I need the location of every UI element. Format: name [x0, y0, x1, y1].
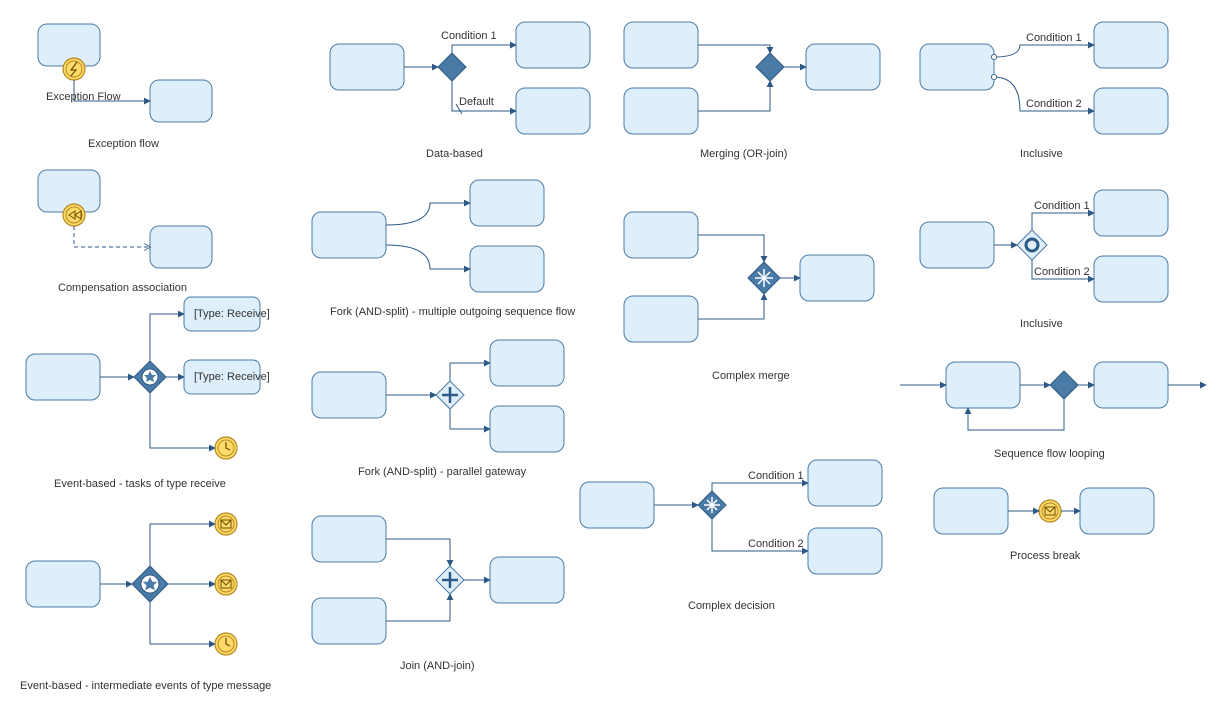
edge-label-cond2b: Condition 2 — [748, 538, 804, 550]
caption-exception-flow: Exception flow — [88, 138, 159, 150]
diagram-event-based-messages — [26, 513, 237, 655]
edge-label-cond1d: Condition 1 — [1034, 200, 1090, 212]
caption-merging: Merging (OR-join) — [700, 148, 787, 160]
caption-complex-merge: Complex merge — [712, 370, 790, 382]
star-gateway-icon — [132, 566, 168, 602]
rewind-event-icon — [63, 204, 85, 226]
edge-label-cond1c: Condition 1 — [1026, 32, 1082, 44]
edge-label: Exception Flow — [46, 91, 121, 103]
caption-fork-multi: Fork (AND-split) - multiple outgoing seq… — [330, 306, 575, 318]
caption-complex-decision: Complex decision — [688, 600, 775, 612]
caption-event-messages: Event-based - intermediate events of typ… — [20, 680, 271, 692]
caption-seq-loop: Sequence flow looping — [994, 448, 1105, 460]
edge-label-cond2d: Condition 2 — [1034, 266, 1090, 278]
caption-process-break: Process break — [1010, 550, 1080, 562]
task-label-receive1: [Type: Receive] — [194, 308, 270, 320]
edge-label-default: Default — [459, 96, 494, 108]
diagram-sequence-looping — [900, 362, 1206, 430]
clock-event-icon — [215, 437, 237, 459]
caption-compensation: Compensation association — [58, 282, 187, 294]
clock-event-icon — [215, 633, 237, 655]
complex-gateway-icon — [698, 491, 726, 519]
diagram-complex-decision — [580, 460, 882, 574]
message-event-icon — [1039, 500, 1061, 522]
diagram-process-break — [934, 488, 1154, 534]
message-event-icon — [215, 513, 237, 535]
lightning-event-icon — [63, 58, 85, 80]
diagram-fork-parallel — [312, 340, 564, 452]
inclusive-gateway-icon — [1017, 230, 1047, 260]
edge-label-cond1b: Condition 1 — [748, 470, 804, 482]
caption-event-tasks: Event-based - tasks of type receive — [54, 478, 226, 490]
diagram-fork-multiple — [312, 180, 544, 292]
exclusive-gateway-icon — [1050, 371, 1078, 399]
caption-fork-parallel: Fork (AND-split) - parallel gateway — [358, 466, 526, 478]
edge-label-cond2c: Condition 2 — [1026, 98, 1082, 110]
caption-inclusive2: Inclusive — [1020, 318, 1063, 330]
parallel-gateway-icon — [436, 566, 464, 594]
diagram-join — [312, 516, 564, 644]
caption-inclusive1: Inclusive — [1020, 148, 1063, 160]
diagram-complex-merge — [624, 212, 874, 342]
exclusive-gateway-icon — [438, 53, 466, 81]
message-event-icon — [215, 573, 237, 595]
diagram-exception-flow — [38, 24, 212, 122]
caption-data-based: Data-based — [426, 148, 483, 160]
task-label-receive2: [Type: Receive] — [194, 371, 270, 383]
parallel-gateway-icon — [436, 381, 464, 409]
diagram-merging — [624, 22, 880, 134]
edge-label-cond1: Condition 1 — [441, 30, 497, 42]
exclusive-gateway-icon — [756, 53, 784, 81]
complex-gateway-icon — [748, 262, 780, 294]
caption-join: Join (AND-join) — [400, 660, 475, 672]
star-gateway-icon — [134, 361, 166, 393]
diagram-compensation-association — [38, 170, 212, 268]
